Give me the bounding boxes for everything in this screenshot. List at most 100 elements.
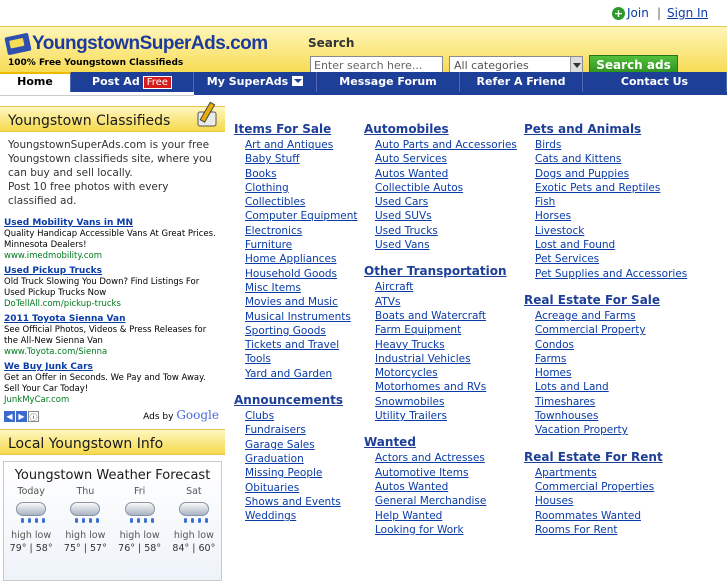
subcategory-link[interactable]: Musical Instruments	[245, 310, 358, 324]
ad-title-link[interactable]: 2011 Toyota Sienna Van	[4, 314, 221, 325]
subcategory-link[interactable]: Motorhomes and RVs	[375, 380, 517, 394]
subcategory-link[interactable]: Collectibles	[245, 195, 358, 209]
subcategory-link[interactable]: Heavy Trucks	[375, 338, 517, 352]
ad-url[interactable]: DoTellAll.com/pickup-trucks	[4, 299, 221, 310]
category-heading-link[interactable]: Automobiles	[364, 122, 517, 136]
subcategory-link[interactable]: Fish	[535, 195, 687, 209]
subcategory-link[interactable]: Auto Parts and Accessories	[375, 138, 517, 152]
nav-post-ad[interactable]: Post Ad Free	[71, 72, 194, 92]
subcategory-link[interactable]: Tickets and Travel	[245, 338, 358, 352]
subcategory-link[interactable]: Autos Wanted	[375, 480, 517, 494]
ad-title-link[interactable]: We Buy Junk Cars	[4, 362, 221, 373]
subcategory-link[interactable]: Movies and Music	[245, 295, 358, 309]
subcategory-link[interactable]: Weddings	[245, 509, 358, 523]
subcategory-link[interactable]: Sporting Goods	[245, 324, 358, 338]
subcategory-link[interactable]: Clothing	[245, 181, 358, 195]
category-heading-link[interactable]: Pets and Animals	[524, 122, 687, 136]
subcategory-link[interactable]: Tools	[245, 352, 358, 366]
subcategory-link[interactable]: Motorcycles	[375, 366, 517, 380]
subcategory-link[interactable]: Missing People	[245, 466, 358, 480]
subcategory-link[interactable]: Help Wanted	[375, 509, 517, 523]
subcategory-link[interactable]: Actors and Actresses	[375, 451, 517, 465]
subcategory-link[interactable]: Townhouses	[535, 409, 687, 423]
subcategory-link[interactable]: Lots and Land	[535, 380, 687, 394]
arrow-left-icon[interactable]: ◀	[4, 411, 15, 422]
category-heading-link[interactable]: Wanted	[364, 435, 517, 449]
subcategory-link[interactable]: Homes	[535, 366, 687, 380]
subcategory-link[interactable]: Timeshares	[535, 395, 687, 409]
subcategory-link[interactable]: Utility Trailers	[375, 409, 517, 423]
subcategory-link[interactable]: Commercial Properties	[535, 480, 687, 494]
subcategory-link[interactable]: Autos Wanted	[375, 167, 517, 181]
site-logo[interactable]: YoungstownSuperAds.com	[4, 31, 268, 57]
subcategory-link[interactable]: Baby Stuff	[245, 152, 358, 166]
arrow-right-icon[interactable]: ▶	[16, 411, 27, 422]
subcategory-link[interactable]: Obituaries	[245, 481, 358, 495]
subcategory-link[interactable]: Lost and Found	[535, 238, 687, 252]
subcategory-link[interactable]: Graduation	[245, 452, 358, 466]
subcategory-link[interactable]: Pet Services	[535, 252, 687, 266]
subcategory-link[interactable]: Pet Supplies and Accessories	[535, 267, 687, 281]
subcategory-link[interactable]: Looking for Work	[375, 523, 517, 537]
category-heading-link[interactable]: Announcements	[234, 393, 358, 407]
subcategory-link[interactable]: Apartments	[535, 466, 687, 480]
sign-in-link[interactable]: Sign In	[667, 6, 708, 20]
subcategory-link[interactable]: Collectible Autos	[375, 181, 517, 195]
subcategory-link[interactable]: Used Cars	[375, 195, 517, 209]
subcategory-link[interactable]: Garage Sales	[245, 438, 358, 452]
subcategory-link[interactable]: Auto Services	[375, 152, 517, 166]
subcategory-link[interactable]: Acreage and Farms	[535, 309, 687, 323]
nav-my-superads[interactable]: My SuperAds	[194, 72, 317, 92]
subcategory-link[interactable]: Electronics	[245, 224, 358, 238]
subcategory-link[interactable]: Industrial Vehicles	[375, 352, 517, 366]
subcategory-link[interactable]: Automotive Items	[375, 466, 517, 480]
ad-title-link[interactable]: Used Mobility Vans in MN	[4, 218, 221, 229]
subcategory-link[interactable]: Commercial Property	[535, 323, 687, 337]
subcategory-link[interactable]: Shows and Events	[245, 495, 358, 509]
subcategory-link[interactable]: Condos	[535, 338, 687, 352]
ad-url[interactable]: www.imedmobility.com	[4, 251, 221, 262]
subcategory-link[interactable]: Dogs and Puppies	[535, 167, 687, 181]
subcategory-link[interactable]: Computer Equipment	[245, 209, 358, 223]
subcategory-link[interactable]: Rooms For Rent	[535, 523, 687, 537]
category-heading-link[interactable]: Other Transportation	[364, 264, 517, 278]
subcategory-link[interactable]: Farms	[535, 352, 687, 366]
nav-contact-us[interactable]: Contact Us	[583, 72, 727, 92]
subcategory-link[interactable]: General Merchandise	[375, 494, 517, 508]
subcategory-link[interactable]: Household Goods	[245, 267, 358, 281]
subcategory-link[interactable]: Home Appliances	[245, 252, 358, 266]
subcategory-link[interactable]: Cats and Kittens	[535, 152, 687, 166]
nav-refer-friend[interactable]: Refer A Friend	[460, 72, 583, 92]
join-link[interactable]: + Join	[612, 6, 649, 20]
subcategory-link[interactable]: Books	[245, 167, 358, 181]
subcategory-link[interactable]: Vacation Property	[535, 423, 687, 437]
subcategory-link[interactable]: ATVs	[375, 295, 517, 309]
subcategory-link[interactable]: Used Vans	[375, 238, 517, 252]
subcategory-link[interactable]: Farm Equipment	[375, 323, 517, 337]
category-heading-link[interactable]: Real Estate For Sale	[524, 293, 687, 307]
subcategory-link[interactable]: Exotic Pets and Reptiles	[535, 181, 687, 195]
subcategory-link[interactable]: Aircraft	[375, 280, 517, 294]
subcategory-link[interactable]: Yard and Garden	[245, 367, 358, 381]
category-heading-link[interactable]: Items For Sale	[234, 122, 358, 136]
subcategory-link[interactable]: Roommates Wanted	[535, 509, 687, 523]
subcategory-link[interactable]: Fundraisers	[245, 423, 358, 437]
ad-url[interactable]: JunkMyCar.com	[4, 395, 221, 406]
subcategory-link[interactable]: Furniture	[245, 238, 358, 252]
subcategory-link[interactable]: Art and Antiques	[245, 138, 358, 152]
ads-by-google[interactable]: Ads by Google	[143, 409, 219, 423]
ad-title-link[interactable]: Used Pickup Trucks	[4, 266, 221, 277]
info-icon[interactable]: ⓘ	[28, 411, 39, 422]
subcategory-link[interactable]: Clubs	[245, 409, 358, 423]
subcategory-link[interactable]: Misc Items	[245, 281, 358, 295]
category-heading-link[interactable]: Real Estate For Rent	[524, 450, 687, 464]
subcategory-link[interactable]: Used SUVs	[375, 209, 517, 223]
subcategory-link[interactable]: Horses	[535, 209, 687, 223]
subcategory-link[interactable]: Snowmobiles	[375, 395, 517, 409]
subcategory-link[interactable]: Used Trucks	[375, 224, 517, 238]
nav-home[interactable]: Home	[0, 72, 71, 92]
nav-message-forum[interactable]: Message Forum	[317, 72, 460, 92]
subcategory-link[interactable]: Houses	[535, 494, 687, 508]
ad-url[interactable]: www.Toyota.com/Sienna	[4, 347, 221, 358]
subcategory-link[interactable]: Birds	[535, 138, 687, 152]
